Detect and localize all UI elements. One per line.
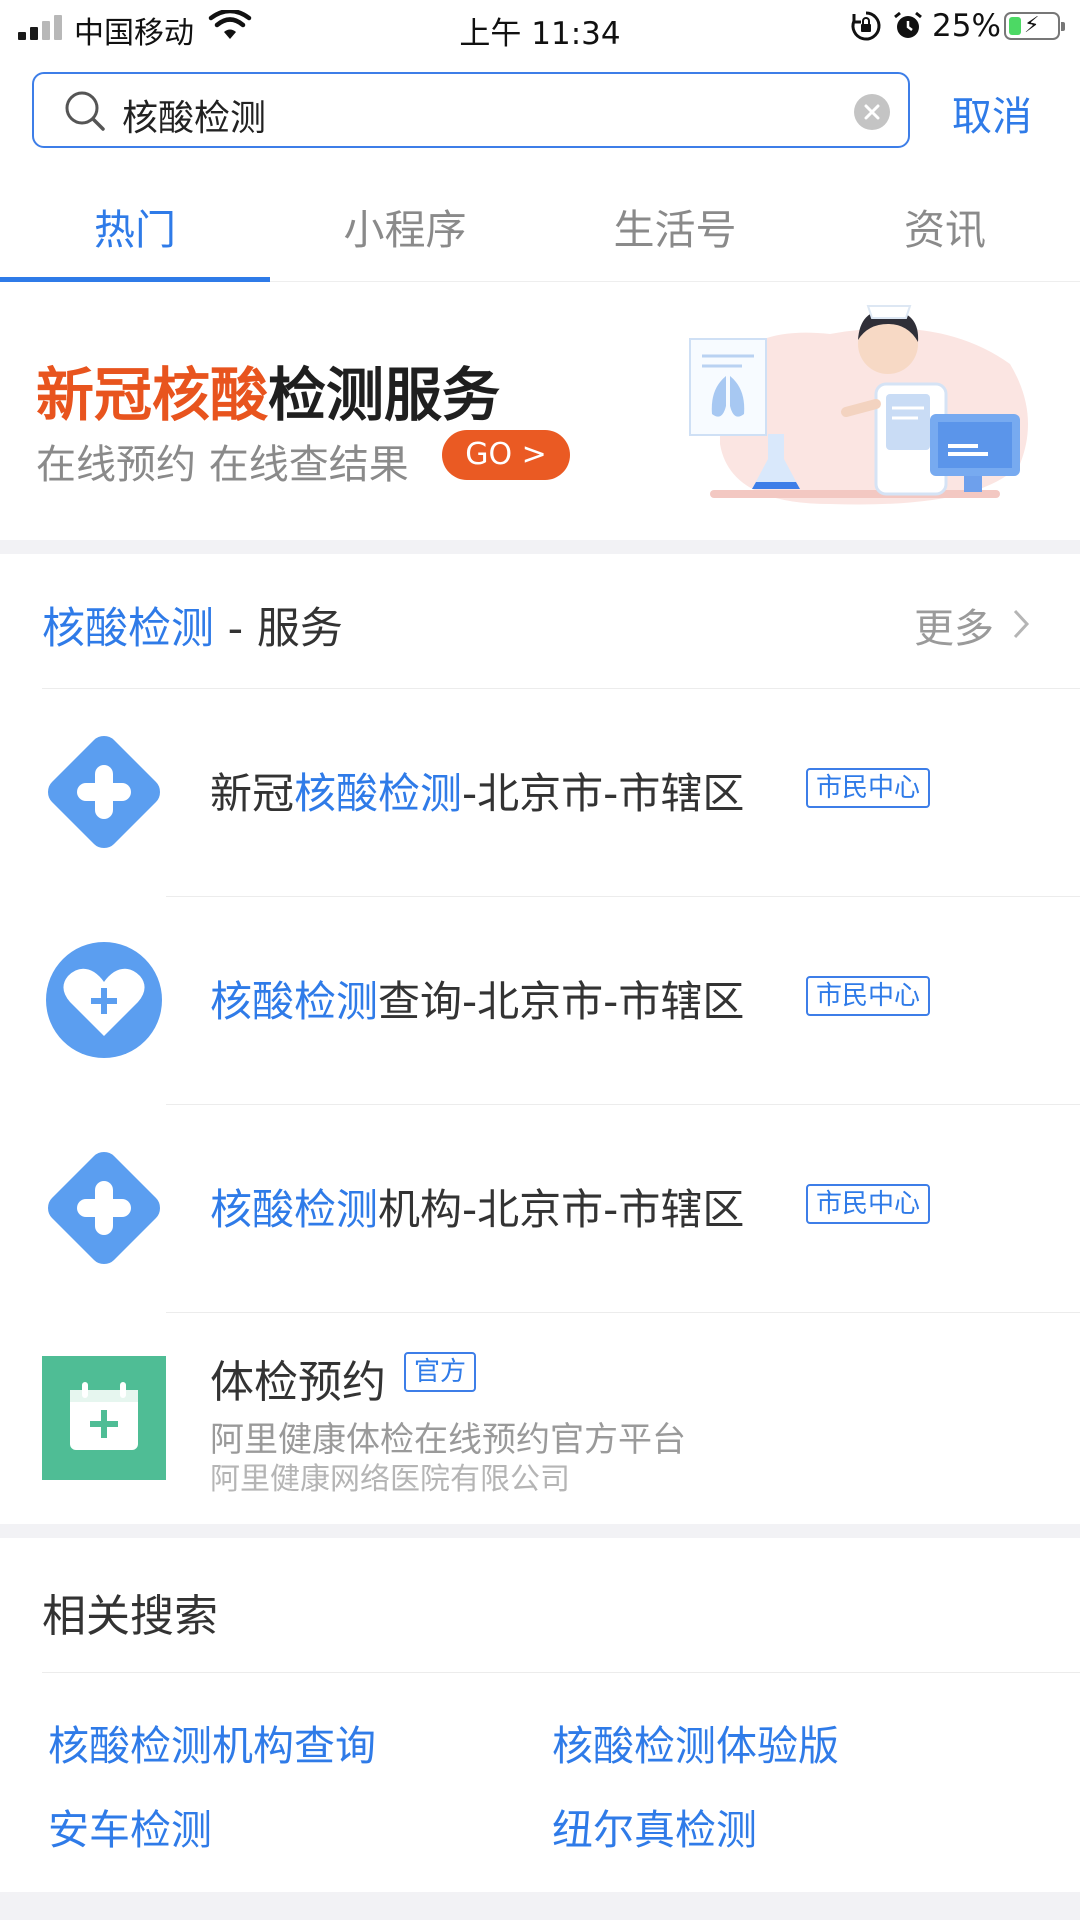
clear-icon[interactable] (854, 94, 890, 130)
calendar-plus-icon (42, 1356, 166, 1480)
tab-hot[interactable]: 热门 (0, 196, 270, 256)
tab-life-accounts[interactable]: 生活号 (540, 196, 810, 256)
nurse-illustration (689, 305, 1028, 505)
heart-plus-icon (46, 942, 162, 1058)
section-divider (0, 540, 1080, 554)
service-suffix: 机构-北京市-市辖区 (378, 1185, 745, 1234)
battery-charging-icon: ⚡ (1004, 12, 1065, 40)
go-button[interactable]: GO > (442, 430, 570, 480)
service-keyword: 核酸检测 (210, 1185, 379, 1234)
mini-app-org: 阿里健康网络医院有限公司 (210, 1462, 570, 1497)
tab-mini-programs[interactable]: 小程序 (270, 196, 540, 256)
related-search-item[interactable]: 核酸检测体验版 (552, 1712, 839, 1772)
tag-citizen-center: 市民中心 (806, 976, 931, 1016)
tag-official: 官方 (404, 1352, 477, 1392)
divider (166, 896, 1080, 897)
banner-title-rest: 检测服务 (268, 361, 501, 429)
promo-banner[interactable]: 新冠核酸检测服务 在线预约 在线查结果 GO > (0, 284, 1080, 540)
divider (166, 1104, 1080, 1105)
search-icon (65, 91, 105, 131)
divider (166, 1312, 1080, 1313)
divider (42, 688, 1080, 689)
mini-app-title: 体检预约 (210, 1357, 386, 1408)
service-prefix: 新冠 (210, 769, 295, 818)
search-query: 核酸检测 (122, 98, 267, 139)
divider (42, 1672, 1080, 1673)
related-search-title: 相关搜索 (42, 1591, 218, 1642)
battery-percent: 25% (932, 8, 1001, 44)
bottom-spacer (0, 1892, 1080, 1920)
service-title: 新冠核酸检测-北京市-市辖区 (210, 760, 744, 821)
medical-cross-icon (48, 736, 160, 848)
search-input[interactable]: 核酸检测 (32, 72, 910, 148)
service-title: 核酸检测机构-北京市-市辖区 (210, 1176, 744, 1237)
medical-cross-icon (48, 1152, 160, 1264)
cancel-button[interactable]: 取消 (952, 84, 1032, 142)
related-search-item[interactable]: 核酸检测机构查询 (48, 1712, 376, 1772)
tag-citizen-center: 市民中心 (806, 1184, 931, 1224)
section-divider (0, 1524, 1080, 1538)
service-title: 核酸检测查询-北京市-市辖区 (210, 968, 744, 1029)
banner-title: 新冠核酸检测服务 (36, 348, 500, 432)
chevron-right-icon (1013, 609, 1030, 639)
alarm-icon (894, 11, 922, 38)
related-search-item[interactable]: 安车检测 (48, 1796, 212, 1856)
service-suffix: -北京市-市辖区 (462, 769, 745, 818)
tag-citizen-center: 市民中心 (806, 768, 931, 808)
orientation-lock-icon (851, 11, 881, 41)
service-keyword: 核酸检测 (210, 977, 379, 1026)
banner-subtitle: 在线预约 在线查结果 (36, 442, 409, 488)
service-suffix: 查询-北京市-市辖区 (378, 977, 745, 1026)
banner-title-highlight: 新冠核酸 (36, 361, 269, 429)
active-tab-indicator (0, 277, 270, 282)
service-keyword: 核酸检测 (294, 769, 463, 818)
related-search-item[interactable]: 纽尔真检测 (552, 1796, 757, 1856)
service-section-title: 核酸检测 - 服务 (42, 594, 343, 656)
section-keyword: 核酸检测 (42, 604, 214, 654)
more-link[interactable]: 更多 (914, 596, 994, 654)
search-tabs: 热门 小程序 生活号 资讯 (0, 174, 1080, 282)
section-suffix: - 服务 (214, 604, 343, 654)
tab-news[interactable]: 资讯 (810, 196, 1080, 256)
status-bar: 中国移动 上午 11:34 25% ⚡ (0, 0, 1080, 54)
